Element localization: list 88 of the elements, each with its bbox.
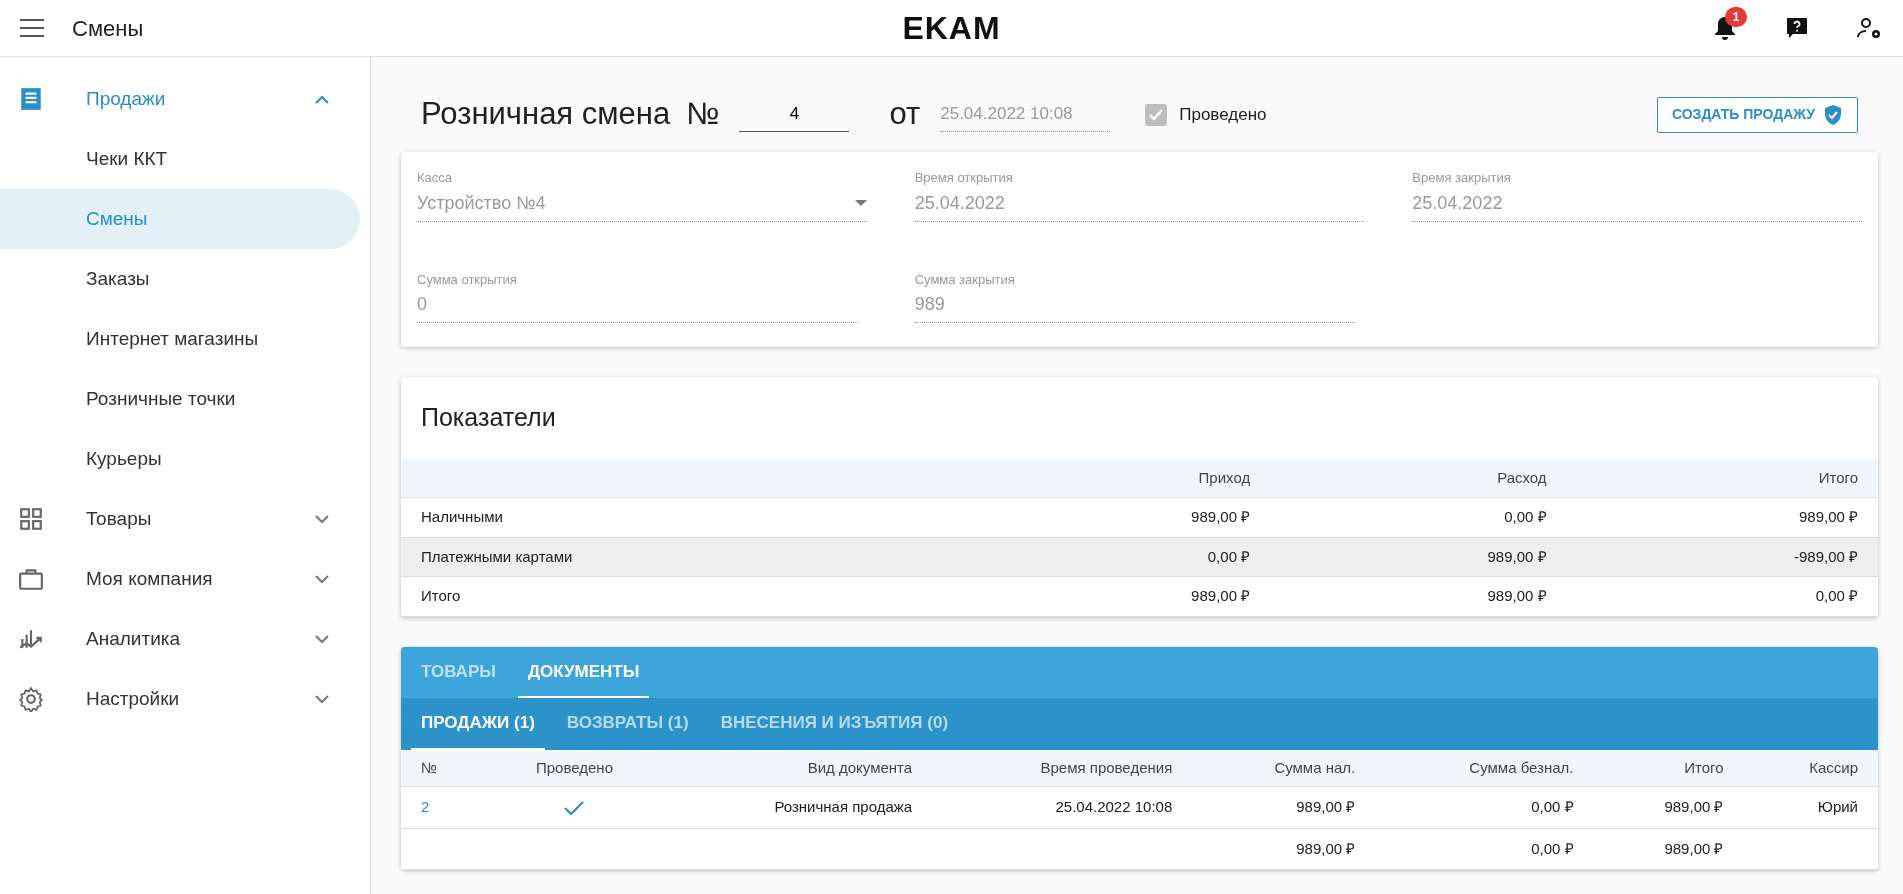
shift-title: Розничная смена — [421, 95, 671, 134]
sidebar-item[interactable]: Моя компания — [0, 549, 360, 609]
subtab[interactable]: ВОЗВРАТЫ (1) — [556, 698, 699, 750]
sidebar-item[interactable]: Продажи — [0, 69, 360, 129]
column-header: Сумма нал. — [1192, 749, 1376, 787]
field-label: Касса — [417, 169, 454, 187]
table-cell: 989,00 ₽ — [1566, 497, 1878, 537]
column-header: Время проведения — [932, 749, 1193, 787]
dropdown-arrow-icon — [854, 200, 867, 206]
document-link[interactable]: 2 — [421, 798, 430, 815]
sidebar-label: Настройки — [86, 686, 181, 711]
input-field[interactable]: 25.04.2022 — [914, 187, 1365, 222]
column-header: Кассир — [1743, 749, 1878, 787]
menu-icon[interactable] — [20, 19, 44, 37]
table-cell: 0,00 ₽ — [1375, 786, 1594, 828]
sidebar-subitem[interactable]: Розничные точки — [0, 369, 360, 429]
notification-count: 1 — [1725, 7, 1748, 28]
total-cell: 0,00 ₽ — [1375, 828, 1594, 870]
subtab[interactable]: ВНЕСЕНИЯ И ИЗЪЯТИЯ (0) — [710, 698, 959, 750]
table-cell: Юрий — [1743, 786, 1878, 828]
posted-label: Проведено — [1179, 103, 1267, 126]
shield-check-icon — [1823, 103, 1843, 126]
table-cell: -989,00 ₽ — [1566, 537, 1878, 577]
field-label: Сумма открытия — [417, 270, 518, 289]
logo: EKAM — [902, 9, 1001, 48]
sidebar-label: Продажи — [86, 86, 167, 111]
sidebar-subitem[interactable]: Чеки ККТ — [0, 129, 360, 189]
receipt-icon — [18, 86, 44, 112]
sidebar-subitem[interactable]: Заказы — [0, 249, 360, 309]
table-cell: 989,00 ₽ — [1270, 537, 1567, 577]
grid-icon — [18, 506, 44, 532]
date-field[interactable]: 25.04.2022 10:08 — [940, 97, 1111, 132]
field-label: Время закрытия — [1412, 169, 1512, 187]
table-cell: 0,00 ₽ — [973, 537, 1271, 577]
table-cell: 989,00 ₽ — [1192, 786, 1376, 828]
sidebar-item[interactable]: Товары — [0, 489, 360, 549]
table-cell: 989,00 ₽ — [973, 497, 1271, 537]
select-field[interactable]: Устройство №4 — [417, 187, 867, 222]
column-header: Проведено — [485, 749, 664, 787]
indicators-title: Показатели — [420, 402, 557, 433]
settings-icon — [18, 686, 44, 712]
chevron-up-icon — [314, 94, 330, 104]
sidebar-label: Товары — [86, 506, 153, 531]
field-label: Время открытия — [914, 169, 1014, 187]
table-cell: Платежными картами — [401, 537, 974, 577]
column-header: Приход — [973, 458, 1271, 498]
column-header: Вид документа — [663, 749, 933, 787]
total-cell: 989,00 ₽ — [1192, 828, 1376, 870]
input-field[interactable]: 989 — [914, 289, 1356, 323]
sidebar-subitem[interactable]: Курьеры — [0, 429, 360, 489]
user-settings-icon[interactable] — [1857, 16, 1883, 40]
chevron-down-icon — [314, 694, 330, 704]
table-cell: Наличными — [401, 497, 974, 537]
field-label: Сумма закрытия — [914, 270, 1016, 289]
sidebar-item[interactable]: Настройки — [0, 669, 360, 729]
number-field[interactable]: 4 — [739, 97, 850, 132]
table-cell: Итого — [401, 576, 974, 616]
sidebar-label: Аналитика — [86, 626, 182, 651]
column-header: Итого — [1593, 749, 1744, 787]
from-label: от — [889, 95, 921, 134]
table-cell: Розничная продажа — [663, 786, 933, 828]
table-cell: 0,00 ₽ — [1566, 576, 1878, 616]
total-cell: 989,00 ₽ — [1593, 828, 1744, 870]
chevron-down-icon — [314, 574, 330, 584]
sidebar-subitem[interactable]: Смены — [0, 189, 360, 249]
table-cell: 989,00 ₽ — [973, 576, 1271, 616]
column-header: Итого — [1566, 458, 1878, 498]
tab[interactable]: ТОВАРЫ — [411, 646, 506, 698]
input-field[interactable]: 0 — [417, 289, 858, 323]
column-header: Расход — [1270, 458, 1567, 498]
table-cell: 25.04.2022 10:08 — [932, 786, 1193, 828]
table-cell: 989,00 ₽ — [1270, 576, 1567, 616]
page-title: Смены — [72, 14, 144, 43]
number-label: № — [686, 95, 720, 134]
table-cell: 0,00 ₽ — [1270, 497, 1567, 537]
chevron-down-icon — [314, 634, 330, 644]
sidebar-item[interactable]: Аналитика — [0, 609, 360, 669]
sidebar-subitem[interactable]: Интернет магазины — [0, 309, 360, 369]
create-sale-button[interactable]: СОЗДАТЬ ПРОДАЖУ — [1656, 96, 1858, 133]
posted-checkbox[interactable] — [1145, 103, 1168, 126]
table-cell: 989,00 ₽ — [1593, 786, 1744, 828]
column-header: № — [401, 749, 486, 787]
chevron-down-icon — [314, 514, 330, 524]
sidebar-label: Моя компания — [86, 566, 214, 591]
briefcase-icon — [18, 566, 44, 592]
input-field[interactable]: 25.04.2022 — [1412, 187, 1862, 222]
column-header: Сумма безнал. — [1375, 749, 1594, 787]
help-icon[interactable] — [1785, 16, 1809, 40]
